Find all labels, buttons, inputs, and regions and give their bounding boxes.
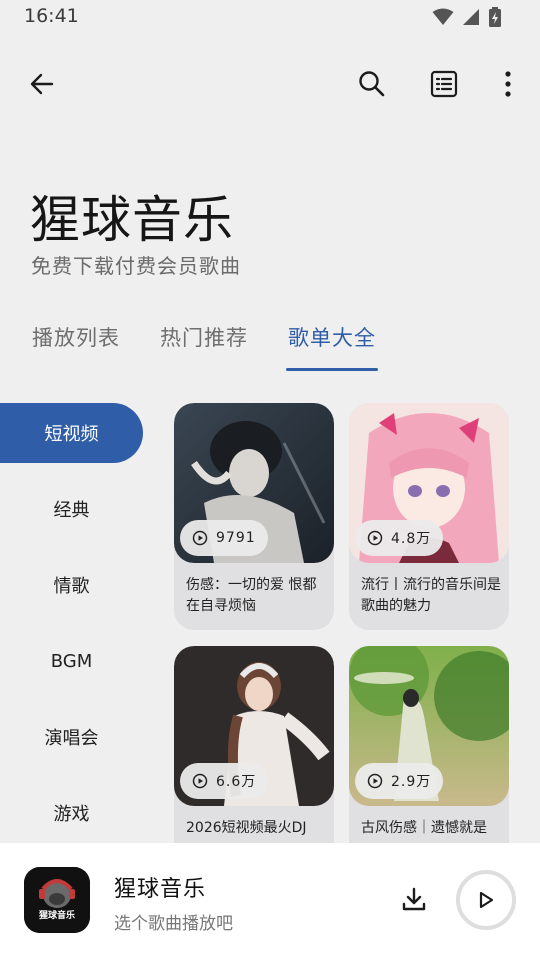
battery-charging-icon: [488, 7, 502, 31]
download-button[interactable]: [394, 879, 434, 919]
mini-player[interactable]: 猩球音乐 猩球音乐 选个歌曲播放吧: [0, 843, 540, 960]
play-button[interactable]: [456, 870, 516, 930]
cover-logo-text: 猩球音乐: [38, 911, 75, 921]
tab-playlist[interactable]: 播放列表: [32, 322, 120, 372]
playlist-title: 伤感：一切的爱 恨都在自寻烦恼: [186, 577, 317, 614]
search-button[interactable]: [350, 62, 394, 106]
play-count: 4.8万: [391, 531, 432, 547]
page-subtitle: 免费下载付费会员歌曲: [31, 254, 241, 278]
back-button[interactable]: [20, 62, 64, 106]
status-icons: [432, 7, 502, 31]
more-vertical-icon: [505, 71, 511, 97]
category-bgm[interactable]: BGM: [0, 631, 143, 691]
play-count: 6.6万: [216, 774, 257, 790]
list-button[interactable]: [422, 62, 466, 106]
playlist-grid: 9791 伤感：一切的爱 恨都在自寻烦恼 4.8万 流行丨流行的音乐间是歌曲的魅…: [174, 403, 514, 843]
player-subtitle: 选个歌曲播放吧: [114, 914, 233, 934]
playlist-card[interactable]: 9791 伤感：一切的爱 恨都在自寻烦恼: [174, 403, 334, 630]
category-concert[interactable]: 演唱会: [0, 707, 143, 767]
list-icon: [430, 70, 458, 98]
page-title: 猩球音乐: [30, 191, 234, 249]
more-options-button[interactable]: [486, 62, 530, 106]
play-icon: [479, 891, 494, 909]
tab-hot-recommend[interactable]: 热门推荐: [160, 322, 248, 372]
top-app-bar: [0, 62, 540, 106]
play-count-badge: 9791: [180, 520, 268, 556]
play-count: 2.9万: [391, 774, 432, 790]
download-icon: [402, 887, 426, 911]
category-love-songs[interactable]: 情歌: [0, 555, 143, 615]
status-bar: 16:41: [0, 0, 540, 34]
play-count-badge: 4.8万: [355, 520, 444, 556]
playlist-card[interactable]: 2.9万 古风伤感｜遗憾就是: [349, 646, 509, 843]
signal-icon: [462, 8, 480, 30]
play-circle-icon: [192, 530, 208, 546]
play-circle-icon: [192, 773, 208, 789]
tab-bar: 播放列表 热门推荐 歌单大全: [0, 322, 540, 372]
wifi-icon: [432, 8, 454, 30]
tab-indicator: [286, 368, 378, 371]
tab-playlist-collection[interactable]: 歌单大全: [288, 322, 376, 372]
playlist-card[interactable]: 6.6万 2026短视频最火DJ: [174, 646, 334, 843]
playlist-card[interactable]: 4.8万 流行丨流行的音乐间是歌曲的魅力: [349, 403, 509, 630]
category-game[interactable]: 游戏: [0, 783, 143, 843]
playlist-title: 流行丨流行的音乐间是歌曲的魅力: [361, 577, 501, 614]
arrow-left-icon: [30, 73, 54, 95]
play-count-badge: 6.6万: [180, 763, 269, 799]
gorilla-logo-icon: [24, 867, 90, 933]
playlist-title: 2026短视频最火DJ: [186, 820, 307, 836]
category-short-video[interactable]: 短视频: [0, 403, 143, 463]
playlist-title: 古风伤感｜遗憾就是: [361, 820, 487, 836]
play-count-badge: 2.9万: [355, 763, 444, 799]
search-icon: [359, 71, 385, 97]
player-cover-image: 猩球音乐: [24, 867, 90, 933]
category-list: 短视频 经典 情歌 BGM 演唱会 游戏: [0, 403, 145, 843]
play-circle-icon: [367, 530, 383, 546]
player-title: 猩球音乐: [114, 877, 207, 902]
status-time: 16:41: [24, 5, 79, 27]
play-circle-icon: [367, 773, 383, 789]
category-classic[interactable]: 经典: [0, 479, 143, 539]
play-count: 9791: [216, 530, 256, 546]
